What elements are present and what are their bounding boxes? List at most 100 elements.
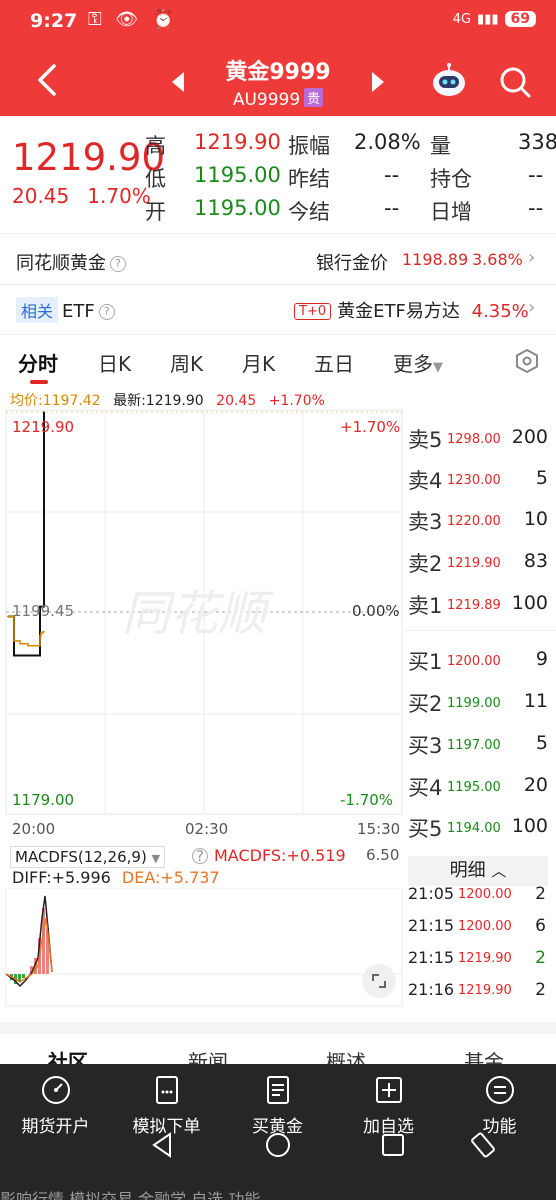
chevron-right-icon[interactable]: ›	[528, 297, 535, 318]
macd-header: MACDFS(12,26,9) ▼	[10, 846, 166, 868]
buy-3-row[interactable]: 买3 1197.00 5	[404, 724, 556, 764]
daily-increase-value: --	[528, 196, 544, 220]
high-label: 高	[145, 134, 166, 158]
time-end: 15:30	[357, 820, 401, 838]
category-badge: 贵	[304, 88, 324, 107]
settle-value: --	[384, 196, 400, 220]
fullscreen-icon[interactable]	[362, 964, 396, 998]
price-line-point	[27, 654, 29, 657]
change-value: 20.45	[12, 184, 70, 208]
amplitude-label: 振幅	[288, 134, 330, 158]
bank-gold-label: 银行金价	[316, 253, 388, 274]
detail-row: 21:16 1219.90 2	[408, 976, 556, 1006]
prev-settle-label: 昨结	[288, 167, 330, 191]
tab-daily-k[interactable]: 日K	[98, 348, 131, 377]
status-right: 4G ▮▮▮ 69	[453, 11, 536, 27]
detail-row: 21:05 1200.00 2	[408, 880, 556, 910]
document-icon	[155, 1076, 178, 1104]
time-mid: 02:30	[185, 820, 229, 838]
detail-vol: 2	[535, 884, 546, 904]
buy-1-row[interactable]: 买1 1200.00 9	[404, 640, 556, 680]
active-tab-indicator	[30, 380, 48, 384]
macd-axis-max: 6.50	[366, 846, 400, 864]
etf-pct: 4.35%	[471, 301, 529, 322]
buy-1-price: 1200.00	[447, 654, 501, 669]
nav-home-icon[interactable]	[263, 1130, 293, 1160]
help-icon[interactable]: ?	[110, 256, 126, 272]
axis-bottom-price: 1179.00	[12, 791, 75, 809]
network-label: 4G	[452, 11, 472, 27]
detail-price: 1219.90	[458, 983, 512, 998]
tab-five-day[interactable]: 五日	[314, 348, 354, 377]
etf-text: ETF	[62, 301, 95, 322]
sell-1-label: 卖1	[408, 594, 443, 618]
sell-2-row[interactable]: 卖2 1219.90 83	[404, 542, 556, 582]
buy-4-price: 1195.00	[447, 780, 501, 795]
indicator-select[interactable]: MACDFS(12,26,9) ▼	[10, 846, 166, 868]
time-start: 20:00	[12, 820, 56, 838]
buy-5-row[interactable]: 买5 1194.00 100	[404, 807, 556, 847]
open-interest-label: 持仓	[430, 167, 472, 191]
battery-icon: 69	[504, 11, 536, 27]
ths-gold-row[interactable]: 同花顺黄金? 银行金价 1198.89 3.68% ›	[0, 235, 556, 285]
indicator-select-label: MACDFS(12,26,9)	[15, 848, 147, 866]
price-line-point	[19, 654, 21, 657]
settings-icon[interactable]	[514, 348, 540, 374]
related-tag: 相关	[16, 297, 59, 323]
nav-recents-icon[interactable]	[378, 1130, 408, 1160]
simulated-order-button[interactable]: 模拟下单	[111, 1074, 222, 1137]
axis-bottom-pct: -1.70%	[340, 791, 394, 809]
buy-1-label: 买1	[408, 650, 443, 674]
buy-4-vol: 20	[523, 774, 548, 796]
futures-account-button[interactable]: 期货开户	[0, 1074, 111, 1137]
tab-monthly-k[interactable]: 月K	[242, 348, 275, 377]
macd-chart[interactable]	[0, 887, 404, 1008]
buy-gold-button[interactable]: 买黄金	[222, 1074, 333, 1137]
volume-value: 338	[518, 130, 556, 154]
nav-back-icon[interactable]	[148, 1130, 178, 1160]
robot-assistant-icon[interactable]	[430, 62, 468, 100]
menu-circle-icon	[485, 1076, 514, 1104]
macd-value: MACDFS:+0.519	[214, 846, 346, 865]
prev-settle-value: --	[384, 163, 400, 187]
sell-5-row[interactable]: 卖5 1298.00 200	[404, 418, 556, 458]
chevron-right-icon[interactable]: ›	[528, 247, 535, 268]
related-etf-row[interactable]: 相关 ETF? T+0 黄金ETF易方达 4.35% ›	[0, 285, 556, 335]
sell-5-vol: 200	[511, 426, 548, 448]
avg-price: 均价:1197.42	[10, 393, 101, 409]
add-watchlist-button[interactable]: 加自选	[333, 1074, 444, 1137]
buy-2-label: 买2	[408, 692, 443, 716]
bank-gold-pct: 3.68%	[472, 250, 523, 269]
rotate-screen-icon[interactable]	[468, 1130, 498, 1160]
buy-2-vol: 11	[523, 690, 548, 712]
search-icon[interactable]	[497, 64, 533, 100]
functions-button[interactable]: 功能	[444, 1074, 555, 1137]
bank-gold-price: 1198.89	[402, 250, 469, 269]
tab-weekly-k[interactable]: 周K	[170, 348, 203, 377]
sell-4-row[interactable]: 卖4 1230.00 5	[404, 459, 556, 499]
help-icon[interactable]: ?	[98, 304, 115, 320]
buy-4-row[interactable]: 买4 1195.00 20	[404, 766, 556, 806]
sell-4-price: 1230.00	[447, 473, 501, 488]
detail-row: 21:15 1200.00 6	[408, 912, 556, 942]
tab-more[interactable]: 更多▼	[393, 348, 443, 377]
status-time: 9:27	[30, 10, 78, 32]
low-label: 低	[145, 167, 166, 191]
help-icon[interactable]: ?	[192, 848, 208, 864]
avg-price-line-point	[40, 632, 42, 634]
detail-vol: 2	[535, 980, 546, 1000]
intraday-chart[interactable]: 同花顺 1219.90 +1.70% 1199.45 0.00% 1179.00…	[0, 408, 404, 818]
tab-intraday[interactable]: 分时	[18, 348, 58, 377]
detail-time: 21:05	[408, 884, 455, 903]
top-header: 9:27 ⚿ 👁 ⏰ 4G ▮▮▮ 69 黄金9999 AU9999 贵	[0, 0, 556, 116]
buy-2-row[interactable]: 买2 1199.00 11	[404, 682, 556, 722]
sell-3-row[interactable]: 卖3 1220.00 10	[404, 500, 556, 540]
sell-1-row[interactable]: 卖1 1219.89 100	[404, 584, 556, 624]
chart-tabs: 分时 日K 周K 月K 五日 更多▼	[0, 338, 556, 388]
status-icons: ⚿ 👁 ⏰	[88, 9, 179, 30]
detail-price: 1200.00	[458, 919, 512, 934]
sell-2-label: 卖2	[408, 552, 443, 576]
next-instrument-icon[interactable]	[368, 70, 388, 94]
macd-diff-dea: DIFF:+5.996 DEA:+5.737	[12, 868, 220, 887]
quote-summary: 1219.90 20.45 1.70% 高 1219.90 低 1195.00 开…	[0, 116, 556, 234]
